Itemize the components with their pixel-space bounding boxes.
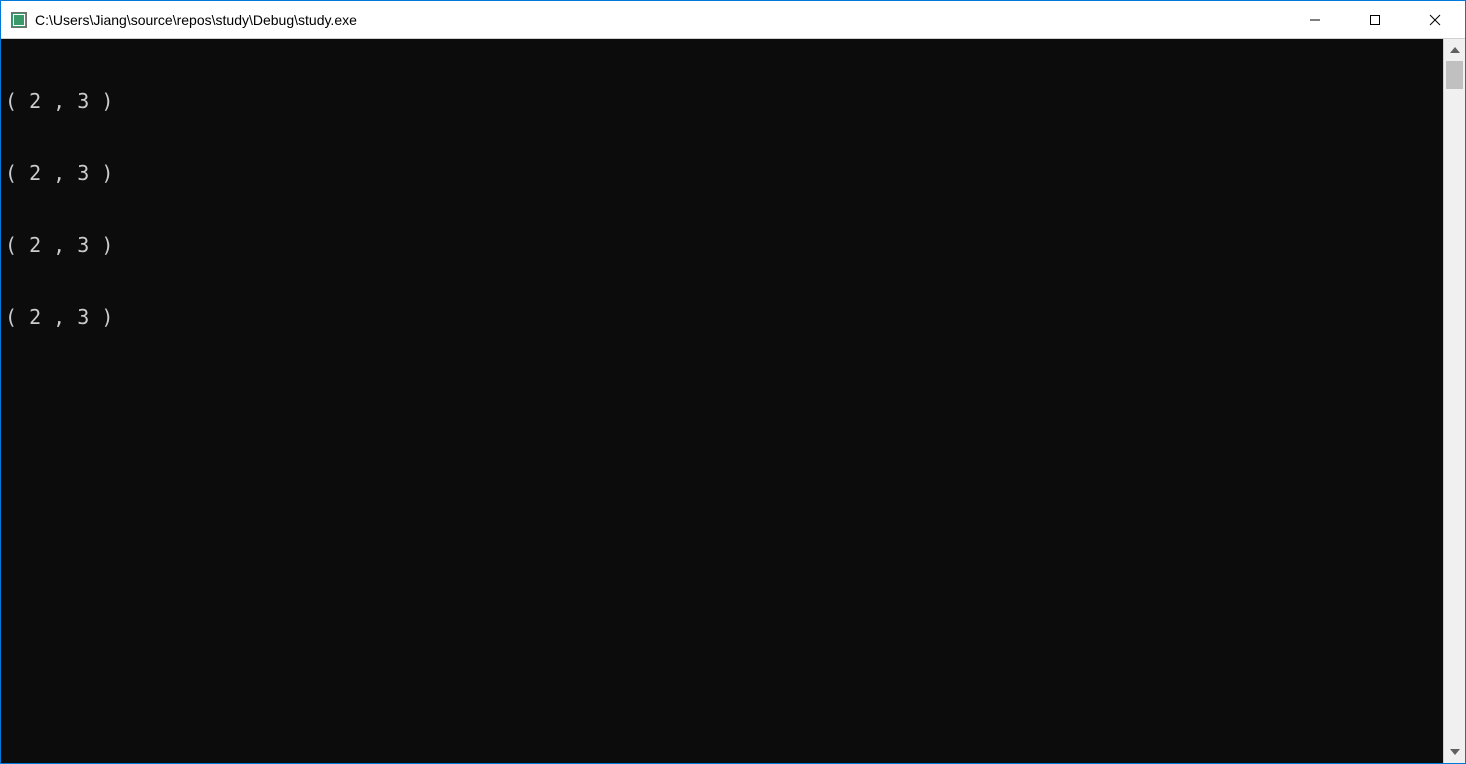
- chevron-down-icon: [1450, 749, 1460, 755]
- console-line: ( 2 , 3 ): [5, 161, 1439, 185]
- scroll-down-arrow[interactable]: [1444, 741, 1465, 763]
- maximize-icon: [1369, 14, 1381, 26]
- console-line: ( 2 , 3 ): [5, 233, 1439, 257]
- chevron-up-icon: [1450, 47, 1460, 53]
- scrollbar-track[interactable]: [1444, 61, 1465, 741]
- close-icon: [1429, 14, 1441, 26]
- minimize-button[interactable]: [1285, 1, 1345, 38]
- close-button[interactable]: [1405, 1, 1465, 38]
- console-container: ( 2 , 3 ) ( 2 , 3 ) ( 2 , 3 ) ( 2 , 3 ): [1, 39, 1465, 763]
- window-title: C:\Users\Jiang\source\repos\study\Debug\…: [35, 12, 1285, 28]
- scrollbar-thumb[interactable]: [1446, 61, 1463, 89]
- console-output[interactable]: ( 2 , 3 ) ( 2 , 3 ) ( 2 , 3 ) ( 2 , 3 ): [1, 39, 1443, 763]
- vertical-scrollbar[interactable]: [1443, 39, 1465, 763]
- minimize-icon: [1309, 14, 1321, 26]
- app-icon: [11, 12, 27, 28]
- window-controls: [1285, 1, 1465, 38]
- console-line: ( 2 , 3 ): [5, 305, 1439, 329]
- titlebar: C:\Users\Jiang\source\repos\study\Debug\…: [1, 1, 1465, 39]
- scroll-up-arrow[interactable]: [1444, 39, 1465, 61]
- maximize-button[interactable]: [1345, 1, 1405, 38]
- console-line: ( 2 , 3 ): [5, 89, 1439, 113]
